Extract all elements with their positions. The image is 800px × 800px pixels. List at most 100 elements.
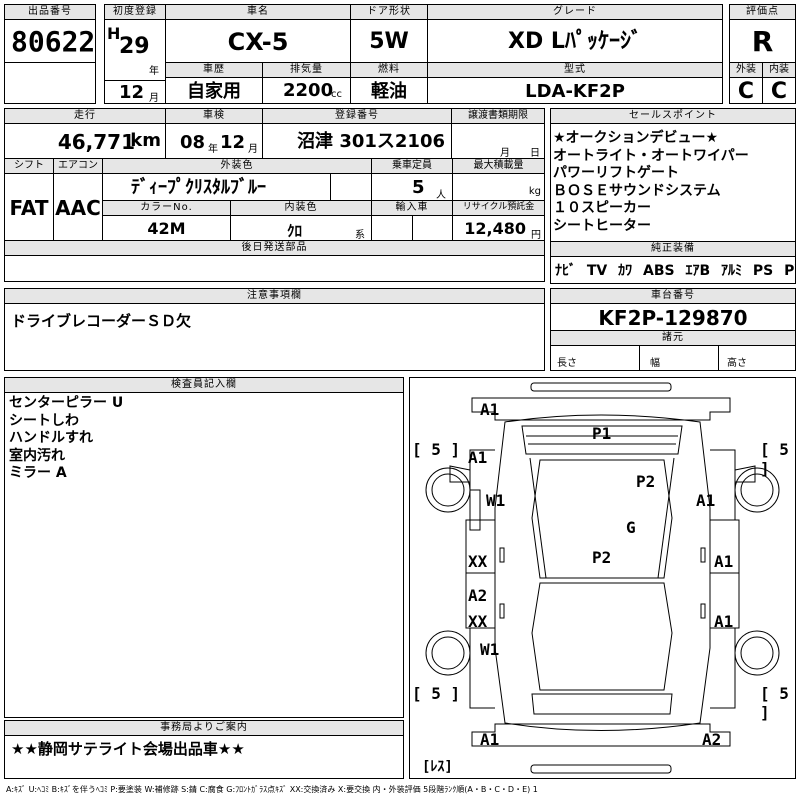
inspector-line: 室内汚れ <box>9 447 65 464</box>
transfer-day: 日 <box>530 148 540 159</box>
recycle-cell: 12,480 円 <box>452 215 545 241</box>
capacity-cell: 5 人 <box>371 173 453 201</box>
inspector-notes: センターピラー U シートしわ ハンドルすれ 室内汚れ ミラー A <box>4 392 404 718</box>
model-label: 型式 <box>427 62 723 78</box>
later-parts-area <box>4 255 545 282</box>
plate-number: 沼津 301ス2106 <box>262 123 452 159</box>
mark-a2-rear: A2 <box>702 730 722 749</box>
equip-item: ﾅﾋﾞ <box>555 263 576 279</box>
max-load-label: 最大積載量 <box>452 158 545 174</box>
door-type: 5W <box>350 19 428 63</box>
ac-label: エアコン <box>53 158 103 174</box>
capacity: 5 <box>412 177 425 198</box>
color-no-label: カラーNo. <box>102 200 231 216</box>
equip-item: PW <box>784 263 795 279</box>
inspector-title: 検査員記入欄 <box>4 377 404 393</box>
displacement-cell: 2200 cc <box>262 77 351 104</box>
equip-item: PS <box>752 263 774 279</box>
inspection-label: 車検 <box>165 108 263 124</box>
equipment-list: ﾅﾋﾞ TV ｶﾜ ABS ｴｱB ｱﾙﾐ PS PW <box>550 256 796 284</box>
displacement: 2200 <box>283 80 334 101</box>
year-unit: 年 <box>149 66 159 77</box>
first-reg-month-cell: 12 月 <box>104 80 166 104</box>
lot-number: 80622 <box>4 19 96 63</box>
mark-p2-center: P2 <box>592 548 612 567</box>
mileage-label: 走行 <box>4 108 166 124</box>
later-parts-label: 後日発送部品 <box>4 240 545 256</box>
mark-a1-front: A1 <box>480 400 500 419</box>
history-label: 車歴 <box>165 62 263 78</box>
transfer-label: 譲渡書類期限 <box>451 108 545 124</box>
office-text: ★★静岡サテライト会場出品車★★ <box>4 735 404 779</box>
first-reg-label: 初度登録 <box>104 4 166 20</box>
equip-item: ｶﾜ <box>618 263 633 279</box>
mark-g: G <box>626 518 636 537</box>
shift: FAT <box>4 173 54 241</box>
color-label: 外装色 <box>102 158 372 174</box>
color-blank <box>330 173 372 201</box>
legend: A:ｷｽﾞ U:ﾍｺﾐ B:ｷｽﾞを伴うﾍｺﾐ P:要塗装 W:補修跡 S:錆 … <box>6 785 538 794</box>
sales-point: シートヒーター <box>553 217 651 234</box>
month-unit: 月 <box>149 93 159 104</box>
history: 自家用 <box>165 77 263 104</box>
width-label: 幅 <box>639 345 719 371</box>
car-name-label: 車名 <box>165 4 351 20</box>
mileage-unit: km <box>130 130 161 151</box>
equip-item: ｴｱB <box>685 263 711 279</box>
color-no: 42M <box>102 215 231 241</box>
recycle-unit: 円 <box>531 230 541 241</box>
grade-label: グレード <box>427 4 723 20</box>
mark-a1-right: A1 <box>696 491 716 510</box>
capacity-label: 乗車定員 <box>371 158 453 174</box>
mark-a1-left: A1 <box>468 448 488 467</box>
equip-item: ｱﾙﾐ <box>721 263 743 279</box>
inspector-line: ミラー A <box>9 465 67 481</box>
rec-mark: [ﾚｽ] <box>422 759 453 775</box>
mark-w1-rear: W1 <box>480 640 500 659</box>
equip-item: ABS <box>643 263 675 279</box>
displacement-unit: cc <box>331 89 342 100</box>
import-cell-b <box>412 215 453 241</box>
score: R <box>729 19 796 63</box>
inspection-month: 12 <box>220 132 246 153</box>
interior-color: ｸﾛ <box>287 222 303 240</box>
recycle-amount: 12,480 <box>464 219 526 238</box>
mileage: 46,771 <box>57 130 135 154</box>
spec-title: 諸元 <box>550 330 796 346</box>
capacity-unit: 人 <box>436 190 446 201</box>
bracket-front-left: [ 5 ] <box>412 440 461 459</box>
damage-diagram: [ 5 ] [ 5 ] [ 5 ] [ 5 ] [ﾚｽ] A1 P1 A1 P2… <box>409 377 796 779</box>
max-load-cell: kg <box>452 173 545 201</box>
model-code: LDA-KF2P <box>427 77 723 104</box>
mark-xx-front-door: XX <box>468 552 488 571</box>
sales-points-list: ★オークションデビュー★ オートライト・オートワイパー パワーリフトゲート ＢＯ… <box>550 123 796 242</box>
bracket-rear-left: [ 5 ] <box>412 684 461 703</box>
height-label: 高さ <box>718 345 796 371</box>
mark-a1-rear: A1 <box>480 730 500 749</box>
notes-text: ドライブレコーダーＳＤ欠 <box>4 303 545 371</box>
bracket-rear-right: [ 5 ] <box>760 684 789 722</box>
door-label: ドア形状 <box>350 4 428 20</box>
equip-item: TV <box>586 263 608 279</box>
fuel-label: 燃料 <box>350 62 428 78</box>
inspector-line: シートしわ <box>9 412 79 429</box>
transfer-month: 月 <box>500 148 510 159</box>
chassis-title: 車台番号 <box>550 288 796 304</box>
exterior-grade: C <box>729 77 763 104</box>
mark-p1: P1 <box>592 424 612 443</box>
car-name: CX-5 <box>165 19 351 63</box>
inspection-year-unit: 年 <box>208 144 218 155</box>
mark-w1-left: W1 <box>486 491 506 510</box>
lot-no-label: 出品番号 <box>4 4 96 20</box>
mark-a1-front-door-right: A1 <box>714 552 734 571</box>
inspector-line: ハンドルすれ <box>9 430 93 446</box>
ac: AAC <box>53 173 103 241</box>
grade: XD Lﾊﾟｯｹｰｼﾞ <box>427 19 723 63</box>
exterior-color: ﾃﾞｨｰﾌﾟｸﾘｽﾀﾙﾌﾞﾙｰ <box>102 173 331 201</box>
interior-color-suffix: 系 <box>355 230 365 241</box>
plate-label: 登録番号 <box>262 108 452 124</box>
import-cell-a <box>371 215 413 241</box>
sales-point: １０スピーカー <box>553 200 651 216</box>
length-label: 長さ <box>550 345 640 371</box>
interior-color-label: 内装色 <box>230 200 372 216</box>
